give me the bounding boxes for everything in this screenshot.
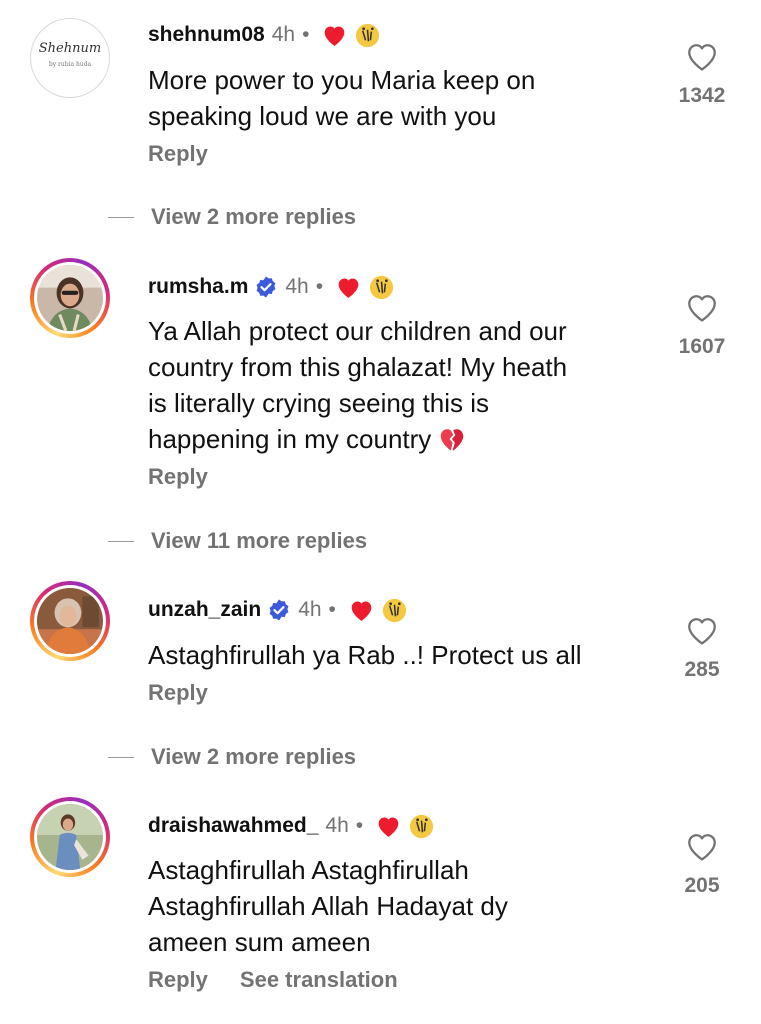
like-control: 205	[672, 830, 732, 898]
comment-header: draishawahmed_ 4h •	[148, 811, 435, 841]
comment-line: Astaghfirullah Astaghfirullah	[148, 855, 469, 885]
like-control: 1607	[672, 291, 732, 359]
timestamp: 4h	[298, 598, 322, 621]
avatar[interactable]: Shehnum by rubia huda	[30, 18, 110, 98]
username[interactable]: rumsha.m	[148, 275, 248, 299]
separator-dot: •	[315, 275, 324, 298]
separator-dot: •	[302, 23, 310, 46]
like-count: 1342	[678, 84, 726, 107]
comment-line: Ya Allah protect our children and our	[148, 316, 567, 346]
comment-actions: Reply	[148, 464, 208, 490]
comment-actions: Reply See translation	[148, 967, 398, 993]
reply-button[interactable]: Reply	[148, 680, 208, 706]
heart-outline-icon[interactable]	[685, 291, 719, 323]
comment-line-with-emoji: happening in my country	[148, 421, 638, 457]
view-replies-label: View 11 more replies	[151, 528, 368, 553]
separator-dot: •	[328, 598, 336, 621]
like-count: 1607	[678, 335, 726, 358]
verified-badge-icon	[269, 599, 289, 621]
avatar[interactable]	[30, 258, 110, 338]
view-replies-label: View 2 more replies	[151, 204, 357, 229]
comment-header: shehnum08 4h •	[148, 20, 381, 50]
red-heart-icon	[378, 817, 399, 837]
divider-line	[108, 540, 134, 542]
view-replies-button[interactable]: View 2 more replies	[108, 742, 356, 772]
reply-button[interactable]: Reply	[148, 967, 208, 993]
avatar-ring-gap	[34, 801, 106, 873]
divider-line	[108, 756, 134, 758]
sticker-badge-icon	[410, 814, 434, 838]
comment-line: happening in my country	[148, 424, 432, 454]
avatar[interactable]	[30, 797, 110, 877]
like-control: 1342	[672, 40, 732, 108]
sticker-badge-icon	[382, 598, 406, 622]
comment-text: Astaghfirullah ya Rab ..! Protect us all	[148, 637, 638, 673]
avatar-ring-gap	[34, 262, 106, 334]
verified-badge-icon	[256, 276, 276, 298]
comment-line: Astaghfirullah ya Rab ..! Protect us all	[148, 640, 582, 670]
view-replies-button[interactable]: View 11 more replies	[108, 526, 367, 556]
see-translation-button[interactable]: See translation	[240, 967, 398, 993]
sticker-badge-icon	[356, 23, 380, 47]
view-replies-button[interactable]: View 2 more replies	[108, 202, 356, 232]
username[interactable]: unzah_zain	[148, 598, 261, 622]
comment-actions: Reply	[148, 141, 208, 167]
separator-dot: •	[355, 814, 364, 837]
comment-line: is literally crying seeing this is	[148, 388, 490, 418]
timestamp: 4h	[271, 23, 296, 46]
sticker-badge-icon	[370, 275, 394, 299]
avatar-ring-gap	[34, 585, 106, 657]
avatar[interactable]	[30, 581, 110, 661]
timestamp: 4h	[325, 814, 349, 837]
reply-button[interactable]: Reply	[148, 464, 208, 490]
comment-line: ameen sum ameen	[148, 927, 371, 957]
like-control: 285	[672, 614, 732, 682]
username[interactable]: shehnum08	[148, 23, 265, 47]
comment-text: Astaghfirullah Astaghfirullah Astaghfiru…	[148, 852, 638, 960]
like-count: 205	[684, 874, 720, 897]
comment-header: unzah_zain 4h •	[148, 595, 408, 625]
broken-heart-emoji	[441, 429, 464, 451]
comment-text: More power to you Maria keep on speaking…	[148, 62, 638, 134]
divider-line	[108, 216, 134, 218]
avatar-photo	[37, 588, 103, 654]
avatar-logo-text: Shehnum	[38, 41, 102, 56]
avatar-logo-subtext: by rubia huda	[48, 61, 92, 68]
username[interactable]: draishawahmed_	[148, 814, 318, 838]
timestamp: 4h	[285, 275, 309, 298]
heart-outline-icon[interactable]	[685, 40, 719, 72]
comment-line: Astaghfirullah Allah Hadayat dy	[148, 891, 508, 921]
heart-outline-icon[interactable]	[685, 830, 719, 862]
red-heart-icon	[325, 26, 345, 46]
comment-text: Ya Allah protect our children and our co…	[148, 313, 638, 457]
comment-line: More power to you Maria keep on	[148, 65, 536, 95]
avatar-photo	[37, 265, 103, 331]
comment-actions: Reply	[148, 680, 208, 706]
comment-line: speaking loud we are with you	[148, 101, 497, 131]
red-heart-icon	[351, 601, 372, 621]
like-count: 285	[684, 658, 720, 681]
view-replies-label: View 2 more replies	[151, 744, 357, 769]
red-heart-icon	[338, 278, 359, 298]
comment-header: rumsha.m 4h •	[148, 272, 395, 302]
comment-line: country from this ghalazat! My heath	[148, 352, 568, 382]
heart-outline-icon[interactable]	[685, 614, 719, 646]
reply-button[interactable]: Reply	[148, 141, 208, 167]
avatar-photo	[37, 804, 103, 870]
